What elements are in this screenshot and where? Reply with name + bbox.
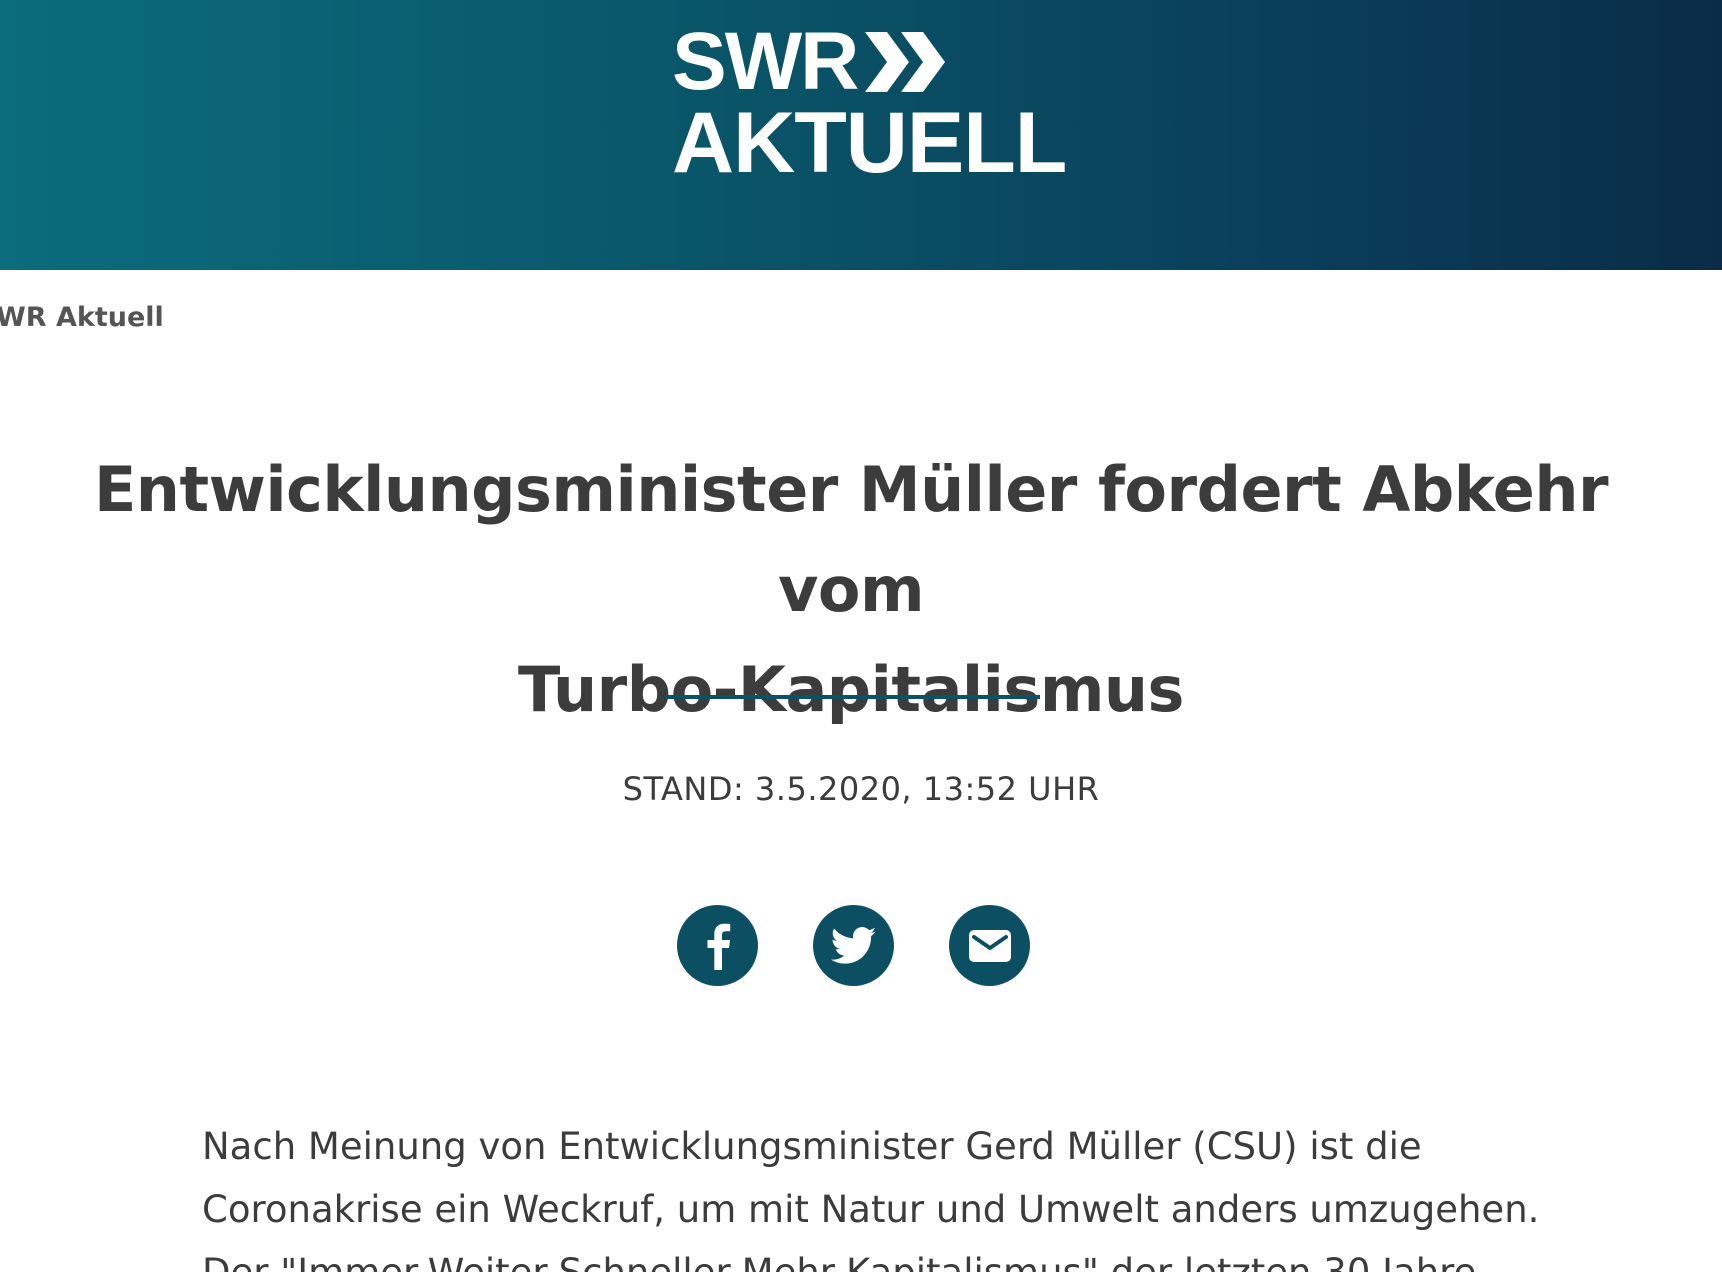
double-chevron-icon (865, 32, 946, 92)
twitter-icon (830, 926, 876, 964)
article-body: Nach Meinung von Entwicklungsminister Ge… (202, 1115, 1562, 1272)
logo-swr-text: SWR (672, 16, 859, 107)
headline-divider (666, 695, 1040, 699)
share-facebook-button[interactable] (677, 905, 758, 986)
share-mail-button[interactable] (949, 905, 1030, 986)
article-date: STAND: 3.5.2020, 13:52 UHR (622, 770, 1100, 808)
mail-icon (968, 929, 1011, 962)
body-line3: Der "Immer-Weiter-Schneller-Mehr-Kapital… (202, 1251, 1476, 1272)
logo-line1: SWR (672, 16, 951, 107)
headline-line1: Entwicklungsminister Müller fordert Abke… (93, 453, 1609, 626)
body-line1: Nach Meinung von Entwicklungsminister Ge… (202, 1125, 1422, 1168)
logo-aktuell-text: AKTUELL (672, 95, 1067, 191)
swr-aktuell-logo[interactable]: SWR AKTUELL (672, 16, 1067, 189)
breadcrumb[interactable]: WR Aktuell (0, 302, 164, 333)
page: SWR AKTUELL WR Aktuell Entwicklungsminis… (0, 0, 1722, 1272)
share-bar (677, 905, 1030, 986)
headline-line2: Turbo-Kapitalismus (518, 653, 1184, 726)
body-line2: Coronakrise ein Weckruf, um mit Natur un… (202, 1188, 1540, 1231)
site-header: SWR AKTUELL (0, 0, 1722, 270)
facebook-icon (707, 923, 730, 970)
share-twitter-button[interactable] (813, 905, 894, 986)
